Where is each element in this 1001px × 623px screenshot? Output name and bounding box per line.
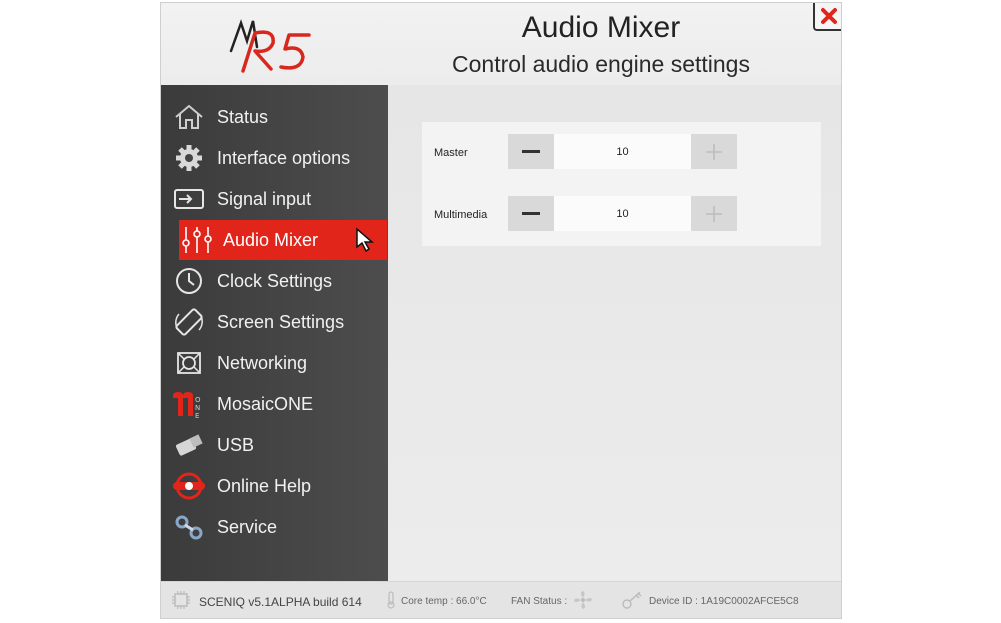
network-icon (171, 348, 207, 378)
sidebar-item-label: Clock Settings (217, 270, 333, 291)
sidebar-item-status[interactable]: Status (171, 97, 389, 137)
sidebar-item-audio-mixer[interactable]: Audio Mixer (179, 220, 387, 260)
sidebar-item-service[interactable]: Service (171, 507, 389, 547)
mosaic-icon: ONE (171, 389, 207, 419)
device-id: Device ID : 1A19C0002AFCE5C8 (621, 582, 799, 618)
main-content: Master 10 Multimedia 10 (388, 85, 841, 581)
page-title: Audio Mixer (521, 11, 681, 44)
gear-icon (171, 143, 207, 173)
service-icon (171, 512, 207, 542)
channel-label-master: Master (434, 147, 468, 159)
key-icon (621, 590, 643, 613)
header: Audio Mixer Control audio engine setting… (161, 3, 841, 85)
master-decrease-button[interactable] (508, 134, 554, 169)
device-id-text: Device ID : 1A19C0002AFCE5C8 (649, 596, 799, 607)
svg-text:O: O (195, 396, 201, 404)
thermometer-icon (387, 591, 395, 612)
svg-text:N: N (195, 404, 200, 412)
mouse-pointer-icon (355, 227, 377, 258)
close-button[interactable] (813, 3, 841, 31)
input-icon (171, 184, 207, 214)
clock-icon (171, 266, 207, 296)
sidebar: Status Interface options Signal input Au… (161, 85, 388, 581)
minus-icon (522, 149, 540, 153)
multimedia-increase-button[interactable] (691, 196, 737, 231)
core-temp-text: Core temp : 66.0°C (401, 596, 487, 607)
sidebar-item-label: USB (217, 434, 255, 455)
sidebar-item-label: Screen Settings (217, 311, 345, 332)
fan-status-text: FAN Status : (511, 596, 568, 607)
sidebar-item-usb[interactable]: USB (171, 425, 389, 465)
svg-text:E: E (195, 412, 199, 418)
plus-icon (706, 205, 722, 222)
usb-icon (171, 430, 207, 460)
channel-label-multimedia: Multimedia (434, 209, 488, 221)
page-subtitle: Control audio engine settings (452, 51, 750, 77)
sliders-icon (179, 225, 215, 255)
master-volume-stepper: 10 (508, 134, 737, 169)
home-icon (171, 102, 207, 132)
chip-icon (171, 590, 191, 613)
build-info: SCENIQ v5.1ALPHA build 614 (171, 582, 362, 618)
sidebar-item-label: Audio Mixer (223, 229, 319, 250)
sidebar-item-signal-input[interactable]: Signal input (171, 179, 389, 219)
sidebar-item-label: Online Help (217, 475, 312, 496)
sidebar-item-label: Signal input (217, 188, 312, 209)
brand-logo (221, 11, 321, 77)
sidebar-item-clock-settings[interactable]: Clock Settings (171, 261, 389, 301)
fan-icon (573, 590, 593, 613)
sidebar-item-online-help[interactable]: Online Help (171, 466, 389, 506)
sidebar-item-label: MosaicONE (217, 393, 314, 414)
fan-status: FAN Status : (511, 582, 593, 618)
sidebar-item-mosaicone[interactable]: ONE MosaicONE (171, 384, 389, 424)
sidebar-item-label: Status (217, 106, 269, 127)
sidebar-item-label: Service (217, 516, 278, 537)
sidebar-item-label: Networking (217, 352, 308, 373)
rotate-screen-icon (171, 307, 207, 337)
close-icon (821, 8, 837, 24)
multimedia-volume-stepper: 10 (508, 196, 737, 231)
mixer-panel: Master 10 Multimedia 10 (422, 122, 821, 246)
master-increase-button[interactable] (691, 134, 737, 169)
multimedia-volume-value[interactable]: 10 (554, 196, 691, 231)
build-version: SCENIQ v5.1ALPHA build 614 (199, 594, 362, 609)
sidebar-item-networking[interactable]: Networking (171, 343, 389, 383)
help-icon (171, 471, 207, 501)
master-volume-value[interactable]: 10 (554, 134, 691, 169)
multimedia-decrease-button[interactable] (508, 196, 554, 231)
sidebar-item-screen-settings[interactable]: Screen Settings (171, 302, 389, 342)
status-bar: SCENIQ v5.1ALPHA build 614 Core temp : 6… (161, 581, 841, 618)
core-temp: Core temp : 66.0°C (387, 582, 487, 618)
plus-icon (706, 143, 722, 160)
app-window: Audio Mixer Control audio engine setting… (160, 2, 842, 619)
sidebar-item-label: Interface options (217, 147, 351, 168)
minus-icon (522, 211, 540, 215)
sidebar-item-interface-options[interactable]: Interface options (171, 138, 389, 178)
